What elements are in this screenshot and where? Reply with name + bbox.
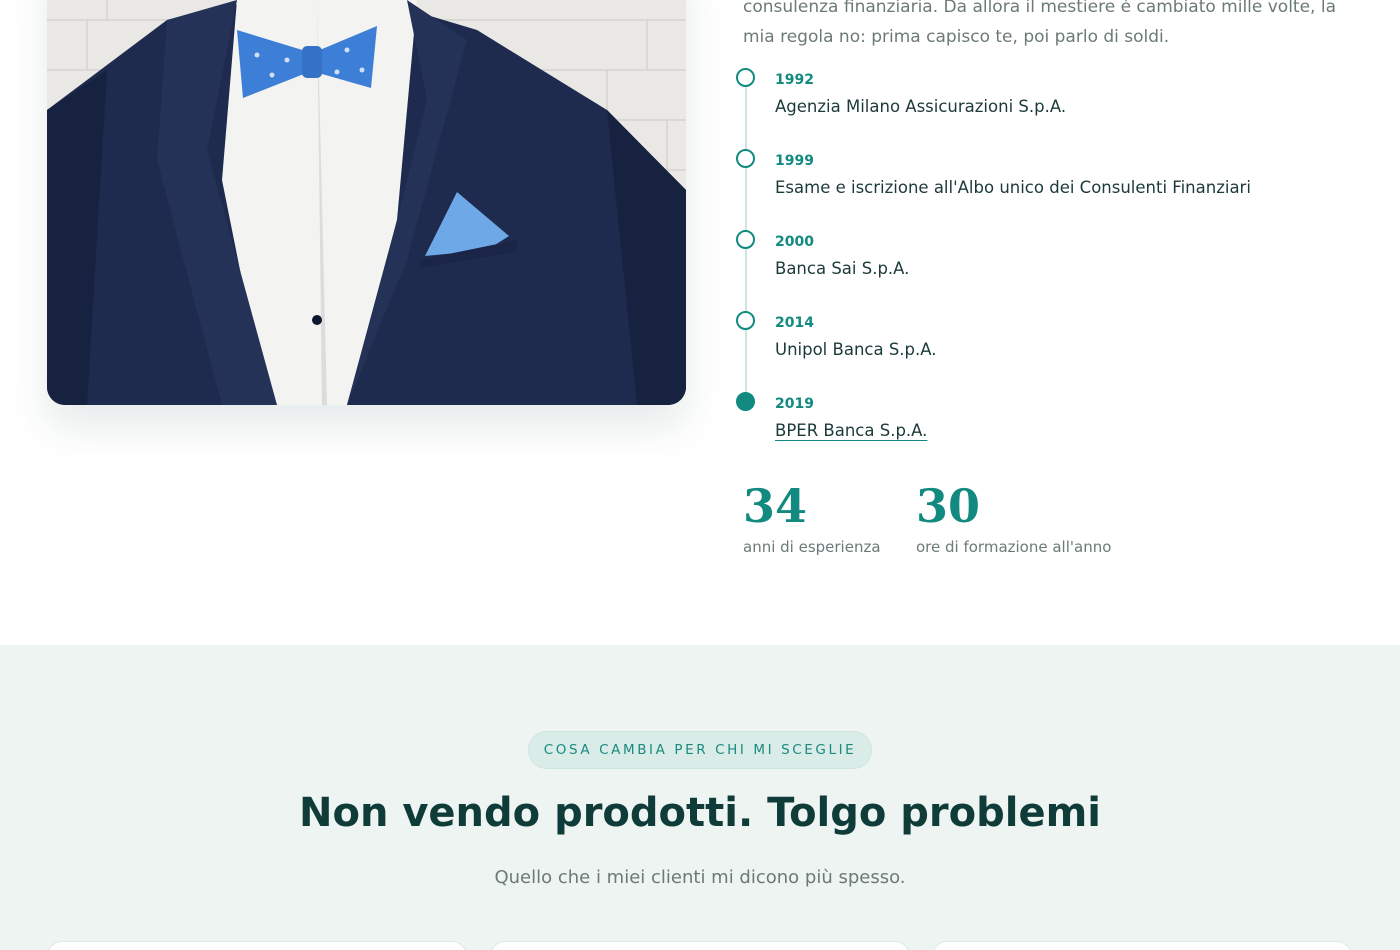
timeline-year: 2019 bbox=[775, 396, 814, 412]
stat-value: 30 bbox=[916, 479, 981, 533]
timeline-organization: Unipol Banca S.p.A. bbox=[775, 340, 937, 359]
timeline-item: 2000 Banca Sai S.p.A. bbox=[735, 224, 1355, 284]
stat-label: ore di formazione all'anno bbox=[916, 538, 1112, 556]
advisor-portrait-photo bbox=[47, 0, 686, 405]
timeline-current-marker-icon bbox=[736, 392, 755, 411]
page: consulenza finanziaria. Da allora il mes… bbox=[0, 0, 1400, 950]
stat-training-hours: 30 ore di formazione all'anno bbox=[916, 478, 1111, 556]
section-subtitle: Quello che i miei clienti mi dicono più … bbox=[494, 867, 906, 888]
about-section: consulenza finanziaria. Da allora il mes… bbox=[0, 0, 1400, 645]
stat-label: anni di esperienza bbox=[743, 538, 881, 556]
benefit-card bbox=[490, 941, 910, 950]
timeline-organization: Banca Sai S.p.A. bbox=[775, 259, 910, 278]
experience-stats: 34 anni di esperienza 30 ore di formazio… bbox=[743, 478, 1343, 568]
timeline-marker-icon bbox=[736, 311, 755, 330]
intro-paragraph: consulenza finanziaria. Da allora il mes… bbox=[743, 0, 1363, 52]
intro-line: mia regola no: prima capisco te, poi par… bbox=[743, 27, 1170, 47]
benefits-section: COSA CAMBIA PER CHI MI SCEGLIE Non vendo… bbox=[0, 645, 1400, 950]
benefit-card bbox=[47, 941, 467, 950]
timeline-organization: Agenzia Milano Assicurazioni S.p.A. bbox=[775, 97, 1067, 116]
timeline-marker-icon bbox=[736, 230, 755, 249]
advisor-portrait-illustration bbox=[47, 0, 686, 405]
timeline-year: 2014 bbox=[775, 315, 814, 331]
timeline-organization-link[interactable]: BPER Banca S.p.A. bbox=[775, 421, 927, 440]
timeline-item: 1999 Esame e iscrizione all'Albo unico d… bbox=[735, 143, 1355, 203]
section-title: Non vendo prodotti. Tolgo problemi bbox=[298, 790, 1101, 836]
timeline-year: 1999 bbox=[775, 153, 814, 169]
timeline-item-current: 2019 BPER Banca S.p.A. bbox=[735, 386, 1355, 446]
stat-value: 34 bbox=[743, 479, 808, 533]
timeline-year: 2000 bbox=[775, 234, 814, 250]
benefit-card bbox=[932, 941, 1352, 950]
intro-line: consulenza finanziaria. Da allora il mes… bbox=[743, 0, 1337, 17]
timeline-year: 1992 bbox=[775, 72, 814, 88]
section-eyebrow-badge: COSA CAMBIA PER CHI MI SCEGLIE bbox=[528, 731, 872, 769]
timeline-item: 2014 Unipol Banca S.p.A. bbox=[735, 305, 1355, 365]
timeline-organization: Esame e iscrizione all'Albo unico dei Co… bbox=[775, 178, 1251, 197]
timeline-marker-icon bbox=[736, 149, 755, 168]
stat-years: 34 anni di esperienza bbox=[743, 478, 881, 556]
timeline-marker-icon bbox=[736, 68, 755, 87]
timeline-item: 1992 Agenzia Milano Assicurazioni S.p.A. bbox=[735, 62, 1355, 122]
